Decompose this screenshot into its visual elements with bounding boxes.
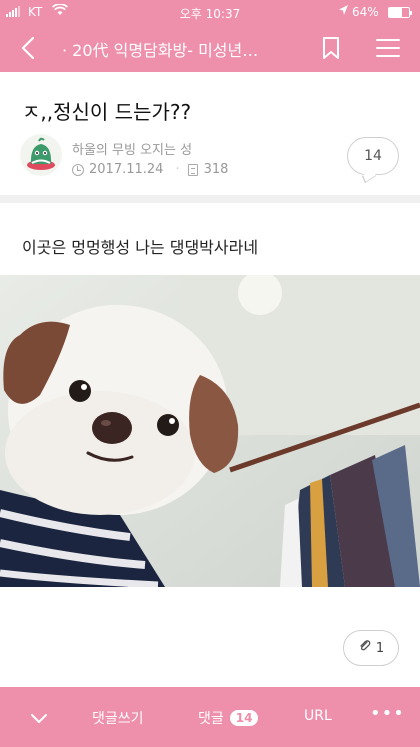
meta-separator: · xyxy=(175,162,180,177)
copy-url-button[interactable]: URL xyxy=(304,708,332,724)
board-title[interactable]: · 20代 익명담화방- 미성년… xyxy=(62,37,302,61)
author-avatar[interactable] xyxy=(20,134,62,176)
battery-percent: 64% xyxy=(352,5,379,19)
location-arrow-icon xyxy=(338,4,349,19)
post-title: ㅈ,,정신이 드는가?? xyxy=(22,100,192,124)
views-icon xyxy=(187,163,198,176)
attachment-count: 1 xyxy=(375,640,385,656)
comments-count-badge: 14 xyxy=(229,710,259,726)
comment-count-button[interactable]: 14 xyxy=(347,137,399,184)
comment-count: 14 xyxy=(364,148,382,164)
author-name[interactable]: 하울의 무빙 오지는 성 xyxy=(72,139,192,158)
hamburger-menu-icon[interactable] xyxy=(376,37,400,59)
back-arrow-icon[interactable] xyxy=(18,36,40,60)
comments-button[interactable]: 댓글 14 xyxy=(198,708,259,728)
post-date: 2017.11.24 xyxy=(89,162,164,177)
status-bar: KT 오후 10:37 64% xyxy=(0,0,420,24)
post-meta: 2017.11.24 · 318 xyxy=(72,162,228,177)
write-comment-button[interactable]: 댓글쓰기 xyxy=(92,708,144,728)
post-body-text: 이곳은 멍멍행성 나는 댕댕박사라네 xyxy=(22,238,259,257)
battery-icon xyxy=(388,7,412,18)
nav-bar: · 20代 익명담화방- 미성년… xyxy=(0,24,420,72)
bubble-tail xyxy=(361,168,377,184)
view-count: 318 xyxy=(203,162,229,177)
comments-label: 댓글 xyxy=(198,711,224,727)
post-photo[interactable] xyxy=(0,275,420,587)
bookmark-icon[interactable] xyxy=(320,36,342,60)
bottom-toolbar: 댓글쓰기 댓글 14 URL ••• xyxy=(0,687,420,747)
attachment-button[interactable]: 1 xyxy=(343,630,399,666)
clock-icon xyxy=(72,163,84,176)
chevron-down-icon[interactable] xyxy=(31,712,47,728)
section-divider xyxy=(0,195,420,203)
more-options-button[interactable]: ••• xyxy=(370,703,405,724)
paperclip-icon xyxy=(358,639,372,657)
